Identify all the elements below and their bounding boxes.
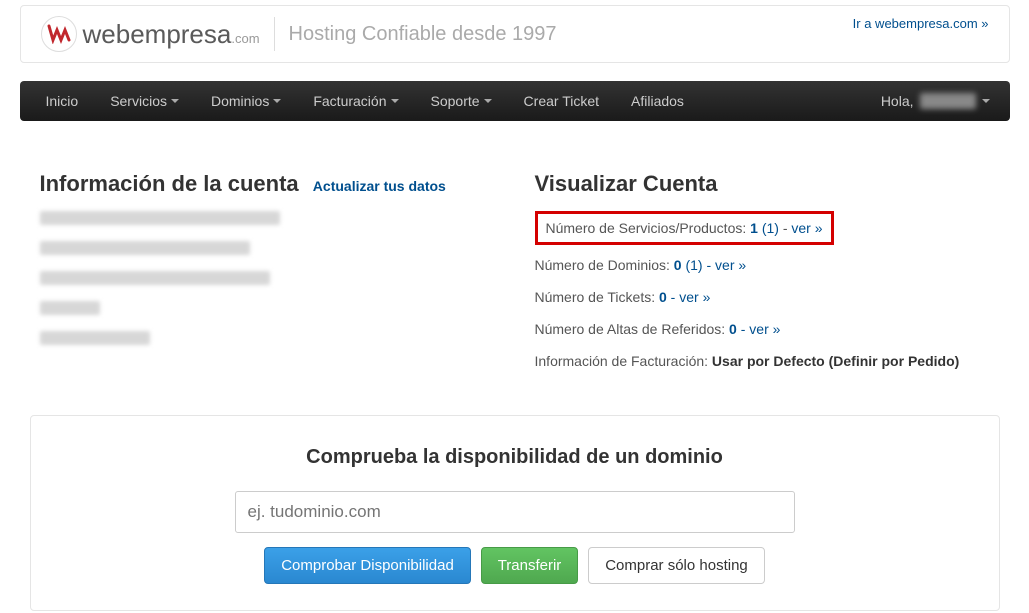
- user-name-redacted: xxxx: [920, 93, 976, 109]
- domain-check-panel: Comprueba la disponibilidad de un domini…: [30, 415, 1000, 611]
- domain-check-heading: Comprueba la disponibilidad de un domini…: [51, 446, 979, 469]
- account-view-heading: Visualizar Cuenta: [535, 171, 990, 197]
- stat-billing: Información de Facturación: Usar por Def…: [535, 353, 990, 369]
- stat-label: Número de Dominios:: [535, 257, 674, 273]
- buy-hosting-only-button[interactable]: Comprar sólo hosting: [588, 547, 765, 584]
- chevron-down-icon: [484, 99, 492, 103]
- stat-label: Número de Tickets:: [535, 289, 660, 305]
- view-domains-link[interactable]: ver »: [715, 257, 746, 273]
- header-bar: webempresa.com Hosting Confiable desde 1…: [20, 5, 1010, 63]
- logo-icon: [41, 16, 77, 52]
- domain-input[interactable]: [235, 491, 795, 533]
- nav-facturacion[interactable]: Facturación: [297, 81, 414, 121]
- logo-text: webempresa.com: [83, 19, 260, 50]
- chevron-down-icon: [273, 99, 281, 103]
- redacted-line: [40, 301, 495, 317]
- redacted-line: [40, 331, 495, 347]
- transfer-button[interactable]: Transferir: [481, 547, 579, 584]
- stat-label: Información de Facturación:: [535, 353, 712, 369]
- stat-services: Número de Servicios/Productos: 1 (1) - v…: [535, 211, 834, 245]
- view-tickets-link[interactable]: ver »: [679, 289, 710, 305]
- main-nav: Inicio Servicios Dominios Facturación So…: [20, 81, 1010, 121]
- check-availability-button[interactable]: Comprobar Disponibilidad: [264, 547, 471, 584]
- nav-inicio[interactable]: Inicio: [30, 81, 95, 121]
- redacted-line: [40, 211, 495, 227]
- stat-domains: Número de Dominios: 0 (1) - ver »: [535, 257, 990, 273]
- nav-dominios[interactable]: Dominios: [195, 81, 297, 121]
- chevron-down-icon: [982, 99, 990, 103]
- nav-servicios[interactable]: Servicios: [94, 81, 195, 121]
- tagline: Hosting Confiable desde 1997: [289, 23, 557, 46]
- stat-count: 0: [674, 257, 682, 273]
- stat-label: Número de Altas de Referidos:: [535, 321, 730, 337]
- stat-label: Número de Servicios/Productos:: [546, 220, 751, 236]
- stat-count: 1: [750, 220, 758, 236]
- nav-user-menu[interactable]: Hola, xxxx: [881, 93, 1000, 109]
- nav-crear-ticket[interactable]: Crear Ticket: [508, 81, 615, 121]
- chevron-down-icon: [391, 99, 399, 103]
- greeting-label: Hola,: [881, 93, 914, 109]
- nav-soporte[interactable]: Soporte: [415, 81, 508, 121]
- stat-count: 0: [729, 321, 737, 337]
- view-referrals-link[interactable]: ver »: [749, 321, 780, 337]
- divider: [274, 17, 275, 51]
- nav-afiliados[interactable]: Afiliados: [615, 81, 700, 121]
- redacted-line: [40, 241, 495, 257]
- chevron-down-icon: [171, 99, 179, 103]
- stat-tickets: Número de Tickets: 0 - ver »: [535, 289, 990, 305]
- stat-referrals: Número de Altas de Referidos: 0 - ver »: [535, 321, 990, 337]
- view-services-link[interactable]: ver »: [791, 220, 822, 236]
- account-info-panel: Información de la cuenta Actualizar tus …: [40, 171, 495, 385]
- account-info-heading: Información de la cuenta Actualizar tus …: [40, 171, 495, 197]
- stat-count: 0: [659, 289, 667, 305]
- redacted-line: [40, 271, 495, 287]
- external-site-link[interactable]: Ir a webempresa.com »: [853, 16, 989, 31]
- account-view-panel: Visualizar Cuenta Número de Servicios/Pr…: [535, 171, 990, 385]
- logo[interactable]: webempresa.com: [41, 16, 260, 52]
- update-details-link[interactable]: Actualizar tus datos: [313, 178, 446, 194]
- billing-value: Usar por Defecto (Definir por Pedido): [712, 353, 959, 369]
